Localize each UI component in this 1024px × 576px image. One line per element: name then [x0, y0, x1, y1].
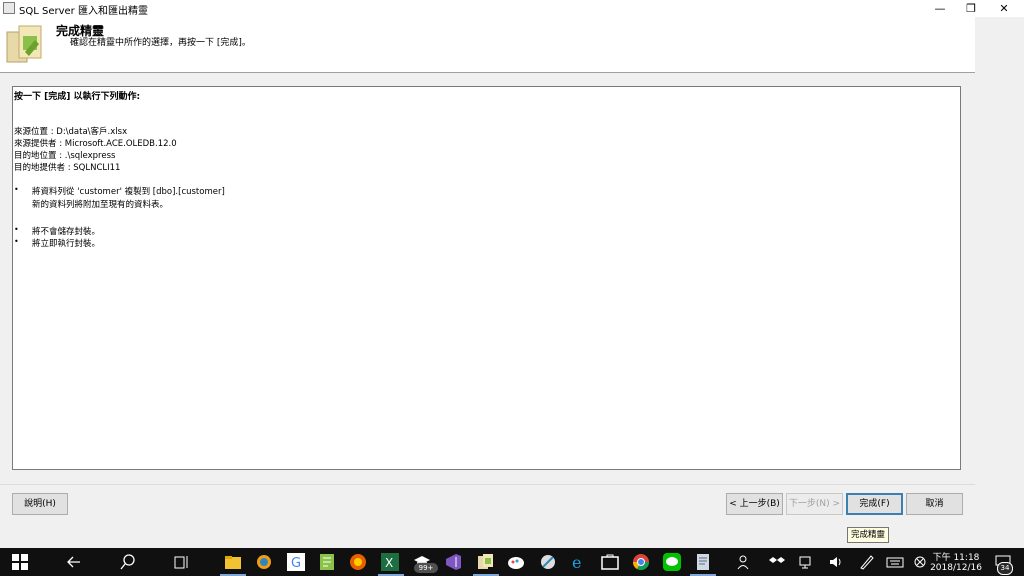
dropbox-icon[interactable] — [768, 553, 786, 571]
clock-date[interactable]: 2018/12/16 — [926, 563, 986, 573]
file-explorer-icon[interactable] — [224, 553, 242, 571]
pen-icon[interactable] — [858, 553, 876, 571]
desktop-background — [975, 17, 1024, 548]
back-arrow-icon[interactable] — [65, 553, 83, 571]
destination-provider: 目的地提供者 : SQLNCLI11 — [14, 163, 121, 173]
next-button[interactable]: 下一步(N) > — [786, 493, 843, 515]
paint-icon[interactable] — [507, 553, 525, 571]
google-icon[interactable]: G — [287, 553, 305, 571]
action-run-now: 將立即執行封裝。 — [32, 239, 101, 249]
action-no-save: 將不會儲存封裝。 — [32, 227, 101, 237]
source-provider: 來源提供者 : Microsoft.ACE.OLEDB.12.0 — [14, 139, 177, 149]
panel-right-margin — [961, 86, 975, 470]
notepad-icon[interactable] — [318, 553, 336, 571]
svg-text:G: G — [291, 556, 301, 571]
action-copy-rows-note: 新的資料列將附加至現有的資料表。 — [32, 200, 169, 210]
svg-text:X: X — [385, 556, 393, 570]
minimize-button[interactable]: — — [924, 0, 956, 17]
visual-studio-icon[interactable] — [444, 553, 462, 571]
cancel-button[interactable]: 取消 — [906, 493, 963, 515]
destination-location: 目的地位置 : .\sqlexpress — [14, 151, 116, 161]
notification-count: 34 — [997, 562, 1013, 575]
wizard-window: SQL Server 匯入和匯出精靈 — ❐ ✕ 完成精靈 確認在精靈中所作的選… — [0, 0, 1024, 548]
restore-button[interactable]: ❐ — [955, 0, 987, 17]
internet-explorer-icon[interactable]: e — [570, 553, 588, 571]
wizard-icon — [6, 25, 42, 63]
import-export-wizard-icon[interactable] — [476, 553, 494, 571]
people-icon[interactable] — [735, 553, 753, 571]
bullet-mark: • — [14, 225, 19, 234]
finish-tooltip: 完成精靈 — [847, 527, 890, 543]
footer-divider — [0, 484, 975, 485]
notification-badge: 99+ — [414, 563, 438, 573]
finish-button[interactable]: 完成(F) — [846, 493, 903, 515]
summary-heading: 按一下 [完成] 以執行下列動作: — [14, 92, 141, 102]
chrome-icon[interactable] — [632, 553, 650, 571]
firefox-icon[interactable] — [349, 553, 367, 571]
source-location: 來源位置 : D:\data\客戶.xlsx — [14, 127, 128, 137]
search-icon[interactable] — [119, 553, 137, 571]
volume-icon[interactable] — [828, 553, 846, 571]
excel-icon[interactable]: X — [381, 553, 399, 571]
header-subtitle: 確認在精靈中所作的選擇，再按一下 [完成]。 — [70, 38, 251, 48]
summary-panel[interactable]: 按一下 [完成] 以執行下列動作: 來源位置 : D:\data\客戶.xlsx… — [12, 86, 961, 470]
bullet-mark: • — [14, 237, 19, 246]
network-icon[interactable] — [798, 553, 816, 571]
keyboard-icon[interactable] — [886, 553, 904, 571]
action-copy-rows: 將資料列從 'customer' 複製到 [dbo].[customer] — [32, 187, 225, 197]
line-icon[interactable] — [663, 553, 681, 571]
windows-start-icon[interactable] — [11, 553, 29, 571]
document-app-icon[interactable] — [694, 553, 712, 571]
task-view-icon[interactable] — [173, 553, 191, 571]
bullet-mark: • — [14, 185, 19, 194]
app-icon — [3, 2, 15, 14]
back-button[interactable]: < 上一步(B) — [726, 493, 783, 515]
title-bar: SQL Server 匯入和匯出精靈 — ❐ ✕ — [0, 0, 1024, 17]
help-button[interactable]: 說明(H) — [12, 493, 68, 515]
svg-text:e: e — [572, 553, 581, 571]
snipping-tool-icon[interactable] — [539, 553, 557, 571]
close-button[interactable]: ✕ — [988, 0, 1020, 17]
store-icon[interactable] — [601, 553, 619, 571]
window-title: SQL Server 匯入和匯出精靈 — [19, 6, 148, 17]
media-player-icon[interactable] — [255, 553, 273, 571]
clock-time[interactable]: 下午 11:18 — [926, 550, 986, 563]
